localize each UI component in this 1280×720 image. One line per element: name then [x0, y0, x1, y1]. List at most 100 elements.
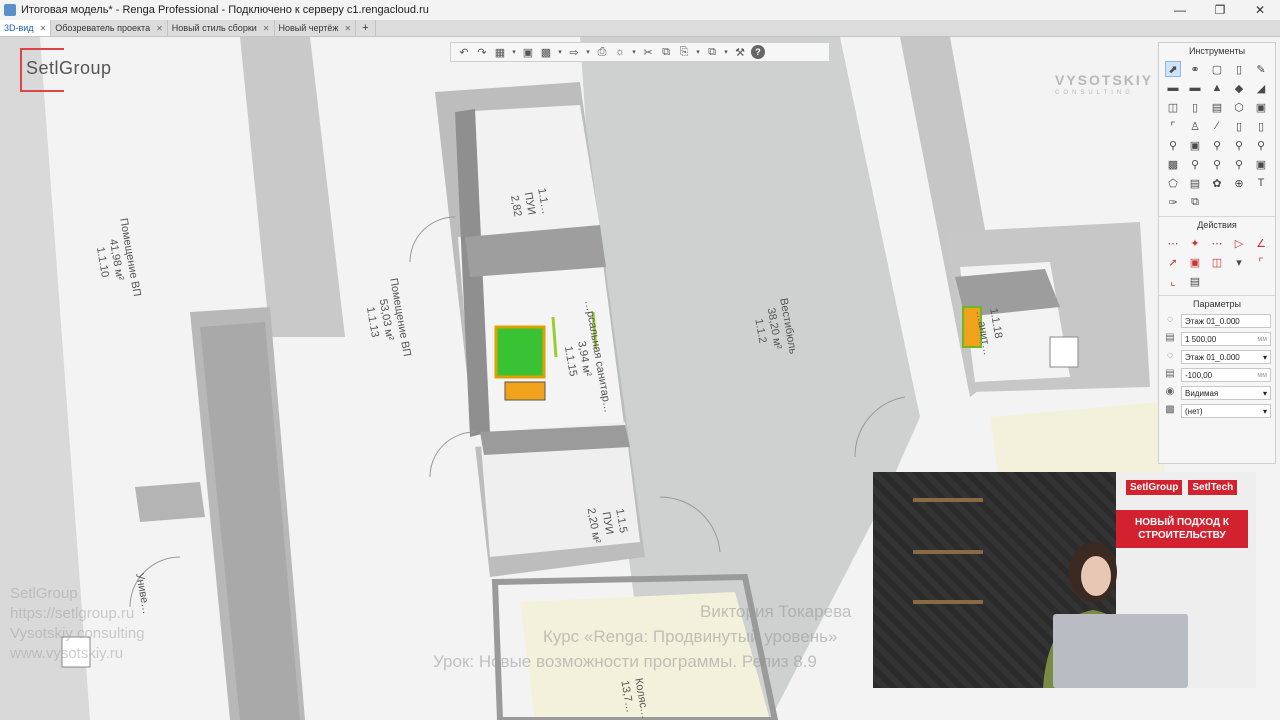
undo-icon[interactable]: ↶	[457, 45, 471, 59]
view-cube-icon[interactable]: ▦	[493, 45, 507, 59]
chevron-down-icon[interactable]: ▾	[695, 45, 701, 59]
rotate-icon[interactable]: ✦	[1187, 235, 1203, 251]
roof-icon[interactable]: ◆	[1231, 80, 1247, 96]
line-icon[interactable]: ∕	[1209, 118, 1225, 134]
tab-label: Новый стиль сборки	[171, 23, 257, 33]
param-offset-field[interactable]: -100,00 мм	[1181, 368, 1271, 382]
minimize-icon[interactable]: —	[1160, 0, 1200, 20]
stair-icon[interactable]: ⌜	[1165, 118, 1181, 134]
shelf	[913, 498, 983, 502]
column-icon[interactable]: ▯	[1231, 61, 1247, 77]
param-level-field[interactable]: Этаж 01_0.000	[1181, 314, 1271, 328]
ramp-icon[interactable]: ◢	[1253, 80, 1269, 96]
print-icon[interactable]: ⎙	[595, 45, 609, 59]
opening-icon[interactable]: ▣	[1253, 99, 1269, 115]
help-icon[interactable]: ?	[751, 45, 765, 59]
move-icon[interactable]: ⋯	[1165, 235, 1181, 251]
person-icon[interactable]: ♙	[1187, 118, 1203, 134]
table-icon[interactable]: ▤	[1209, 99, 1225, 115]
array-icon[interactable]: ⋯	[1209, 235, 1225, 251]
watermark-line: Vysotskiy consulting	[10, 625, 145, 642]
angle-icon[interactable]: ∠	[1253, 235, 1269, 251]
level-icon[interactable]: ▢	[1209, 61, 1225, 77]
param-height-field[interactable]: 1 500,00 мм	[1181, 332, 1271, 346]
beam-icon[interactable]: ▬	[1187, 80, 1203, 96]
shelf	[913, 550, 983, 554]
watermark-line: SetlGroup	[10, 585, 78, 602]
stretch-icon[interactable]: ➚	[1165, 254, 1181, 270]
export-icon[interactable]: ⇨	[567, 45, 581, 59]
tab-close-icon[interactable]: ✕	[263, 24, 270, 33]
lamp-icon[interactable]: ⚲	[1209, 156, 1225, 172]
radiator-icon[interactable]: ⚲	[1231, 156, 1247, 172]
param-visibility-select[interactable]: Видимая ▾	[1181, 386, 1271, 400]
pencil-icon[interactable]: ✎	[1253, 61, 1269, 77]
save-icon[interactable]: ▩	[539, 45, 553, 59]
fitting-icon[interactable]: ⚲	[1231, 137, 1247, 153]
tab-assembly-style[interactable]: Новый стиль сборки ✕	[168, 20, 275, 36]
redo-icon[interactable]: ↷	[475, 45, 489, 59]
text-icon[interactable]: T	[1253, 175, 1269, 191]
chevron-down-icon[interactable]: ▾	[511, 45, 517, 59]
equipment-icon[interactable]: ▯	[1253, 118, 1269, 134]
mirror-icon[interactable]: ▷	[1231, 235, 1247, 251]
tab-project-browser[interactable]: Обозреватель проекта ✕	[51, 20, 168, 36]
copy-move-icon[interactable]: ▣	[1187, 254, 1203, 270]
wrench-icon[interactable]: ⚒	[733, 45, 747, 59]
trim-icon[interactable]: ⌜	[1253, 254, 1269, 270]
layers-icon[interactable]: ⧉	[705, 45, 719, 59]
cabinet-icon[interactable]: ▤	[1187, 175, 1203, 191]
tab-label: 3D-вид	[4, 23, 34, 33]
chair-icon[interactable]: ▯	[1231, 118, 1247, 134]
dimension-icon[interactable]: ⊕	[1231, 175, 1247, 191]
join-icon[interactable]: ⌞	[1165, 273, 1181, 289]
folder-icon[interactable]: ▣	[521, 45, 535, 59]
axis-icon[interactable]: ⚭	[1187, 61, 1203, 77]
cut-icon[interactable]: ✂	[641, 45, 655, 59]
globe-icon[interactable]: ☼	[613, 45, 627, 59]
properties-icon[interactable]: ▤	[1187, 273, 1203, 289]
assembly-icon[interactable]: ▣	[1253, 156, 1269, 172]
wall-icon[interactable]: ▬	[1165, 80, 1181, 96]
copy-icon[interactable]: ⧉	[659, 45, 673, 59]
tab-3d-view[interactable]: 3D-вид ✕	[0, 20, 52, 36]
window-titlebar: Итоговая модель* - Renga Professional - …	[0, 0, 1280, 20]
tab-close-icon[interactable]: ✕	[344, 24, 351, 33]
offset-icon: ▤	[1165, 368, 1175, 379]
chevron-down-icon[interactable]: ▾	[1231, 254, 1247, 270]
slab-icon[interactable]: ▲	[1209, 80, 1225, 96]
window-title: Итоговая модель* - Renga Professional - …	[21, 4, 429, 16]
pipe-icon[interactable]: ⚲	[1165, 137, 1181, 153]
close-icon[interactable]: ✕	[1240, 0, 1280, 20]
tank-icon[interactable]: ▩	[1165, 156, 1181, 172]
param-material-select[interactable]: (нет) ▾	[1181, 404, 1271, 418]
tab-close-icon[interactable]: ✕	[156, 24, 163, 33]
chevron-down-icon[interactable]: ▾	[723, 45, 729, 59]
param-top-level-select[interactable]: Этаж 01_0.000 ▾	[1181, 350, 1271, 364]
valve-icon[interactable]: ⚲	[1253, 137, 1269, 153]
setlgroup-logo-text: SetlGroup	[26, 58, 112, 78]
tab-new-drawing[interactable]: Новый чертёж ✕	[275, 20, 357, 36]
chevron-down-icon[interactable]: ▾	[557, 45, 563, 59]
door-icon[interactable]: ▯	[1187, 99, 1203, 115]
scale-icon[interactable]: ◫	[1209, 254, 1225, 270]
visibility-icon: ◉	[1165, 386, 1175, 397]
tab-close-icon[interactable]: ✕	[40, 24, 47, 33]
copy-style-icon[interactable]: ⧉	[1187, 194, 1203, 210]
window-icon[interactable]: ◫	[1165, 99, 1181, 115]
param-height: ▤ 1 500,00 мм	[1159, 330, 1275, 348]
chevron-down-icon[interactable]: ▾	[585, 45, 591, 59]
paste-icon[interactable]: ⎘	[677, 45, 691, 59]
room-icon[interactable]: ⬠	[1165, 175, 1181, 191]
chevron-down-icon[interactable]: ▾	[631, 45, 637, 59]
maximize-icon[interactable]: ❐	[1200, 0, 1240, 20]
network-icon[interactable]: ⚲	[1187, 156, 1203, 172]
duct-icon[interactable]: ⚲	[1209, 137, 1225, 153]
add-tab-button[interactable]: +	[356, 20, 376, 36]
brush-icon[interactable]: ✑	[1165, 194, 1181, 210]
cube-icon[interactable]: ⬡	[1231, 99, 1247, 115]
box-icon[interactable]: ▣	[1187, 137, 1203, 153]
plant-icon[interactable]: ✿	[1209, 175, 1225, 191]
tab-label: Новый чертёж	[278, 23, 339, 33]
select-cursor-icon[interactable]: ⬈	[1165, 61, 1181, 77]
